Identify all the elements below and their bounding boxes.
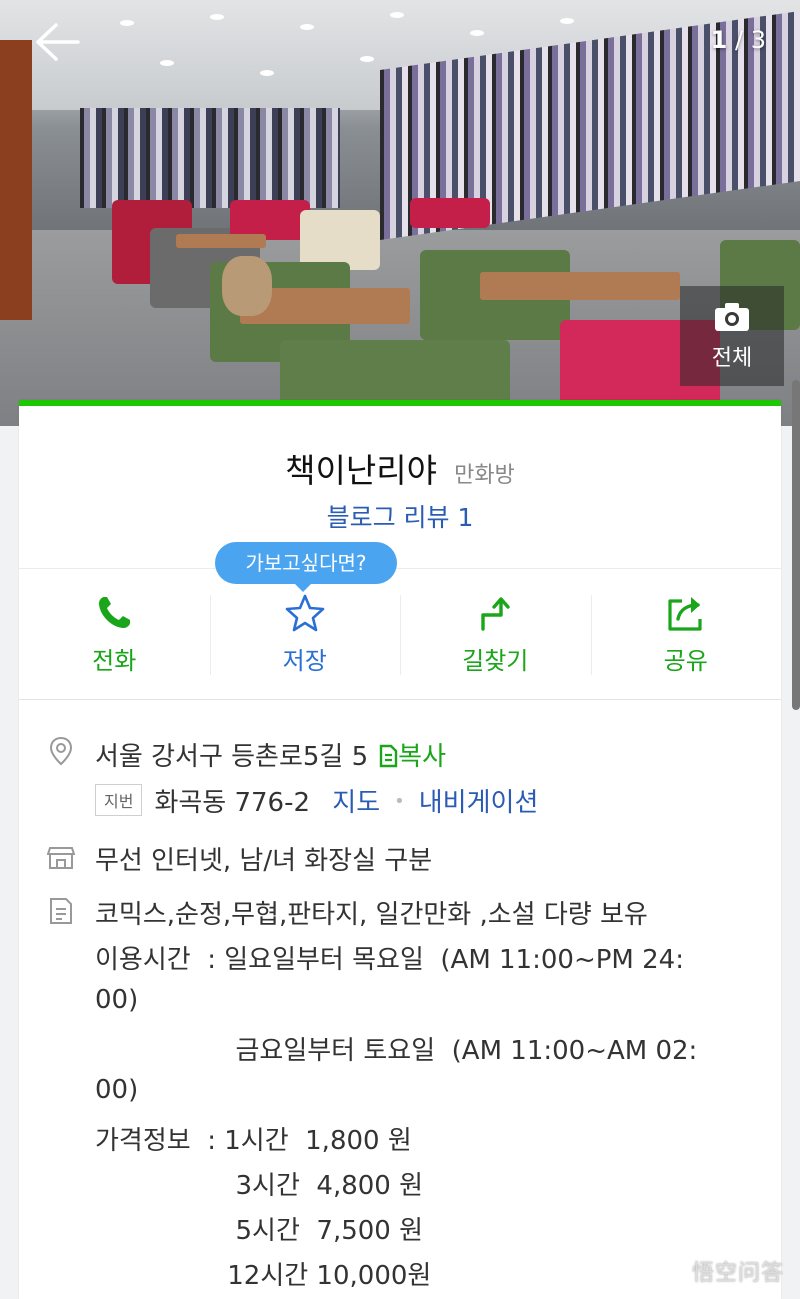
view-all-photos-button[interactable]: 전체 [680,286,784,386]
road-address: 서울 강서구 등촌로5길 5 [95,742,369,772]
photo-bookshelves-left [80,108,340,208]
description-line: 5시간 7,500 원 [95,1216,424,1246]
document-icon [50,898,72,924]
description-line: 이용시간 : 일요일부터 목요일 (AM 11:00~PM 24: [95,945,684,975]
photo-table [480,272,680,300]
map-link[interactable]: 지도 [332,788,380,818]
description-line: 12시간 10,000원 [95,1261,432,1291]
place-name: 책이난리야 [285,451,437,490]
blog-review-link[interactable]: 블로그 리뷰 1 [19,498,781,534]
save-label: 저장 [282,647,327,675]
description-line: 3시간 4,800 원 [95,1171,424,1201]
photo-teddy-bear [222,256,272,316]
place-info-card: 책이난리야 만화방 블로그 리뷰 1 전화 저장 길찾기 공유 가보고싶다면? … [19,400,781,1299]
road-address-line: 서울 강서구 등촌로5길 5 복사 [95,736,446,775]
directions-icon [481,597,510,631]
action-bar: 전화 저장 길찾기 공유 [19,568,781,700]
navigation-link[interactable]: 내비게이션 [419,788,539,818]
star-icon [285,594,325,632]
photo-counter-total: 3 [750,26,766,54]
location-pin-icon [49,736,73,766]
description-line: 코믹스,순정,무협,판타지, 일간만화 ,소설 다량 보유 [95,900,648,930]
copy-label: 복사 [398,742,447,772]
watermark: 悟空问答 [691,1261,784,1286]
camera-icon [715,303,749,331]
place-photo[interactable]: 1 / 3 전체 [0,0,800,426]
jibun-address: 화곡동 776-2 [154,788,311,818]
share-icon [668,597,702,631]
photo-counter: 1 / 3 [711,26,766,54]
photo-sofa [300,210,380,270]
place-category: 만화방 [454,463,515,488]
title-row: 책이난리야 만화방 [19,444,781,492]
copy-address-button[interactable]: 복사 [378,742,446,772]
jibun-address-line: 지번 화곡동 776-2 지도 • 내비게이션 [95,782,538,819]
jibun-tag: 지번 [95,784,143,816]
description-line: 가격정보 : 1시간 1,800 원 [95,1126,412,1156]
store-icon [47,847,75,869]
photo-table [176,234,266,248]
call-label: 전화 [92,647,137,675]
directions-label: 길찾기 [462,647,529,675]
facilities-text: 무선 인터넷, 남/녀 화장실 구분 [95,846,433,876]
description-line: 금요일부터 토요일 (AM 11:00~AM 02: [95,1036,698,1066]
photo-counter-current: 1 [710,26,728,54]
call-button[interactable]: 전화 [19,569,210,699]
description-line: 00) [95,985,139,1015]
share-button[interactable]: 공유 [590,569,782,699]
photo-counter-separator: / [734,26,744,54]
photo-wall [0,40,32,320]
share-label: 공유 [663,647,708,675]
photo-sofa [410,198,490,228]
save-tooltip: 가보고싶다면? [215,542,397,592]
directions-button[interactable]: 길찾기 [400,569,591,699]
description-line: 00) [95,1075,139,1105]
back-button[interactable] [34,22,80,62]
view-all-label: 전체 [711,346,753,371]
back-arrow-icon [36,23,80,61]
copy-icon [379,744,398,768]
separator-dot: • [394,791,405,812]
scrollbar[interactable] [792,380,800,710]
phone-icon [99,597,131,628]
